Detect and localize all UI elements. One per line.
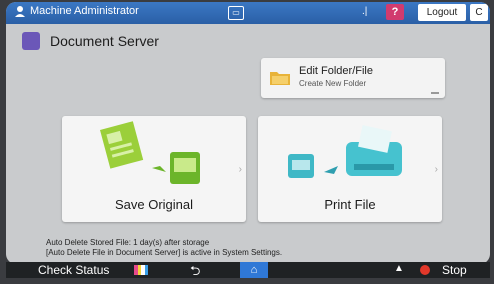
user-area: Machine Administrator: [14, 5, 139, 17]
app-header: Document Server: [22, 32, 159, 50]
auto-delete-notice: Auto Delete Stored File: 1 day(s) after …: [46, 238, 282, 258]
document-server-icon: [22, 32, 40, 50]
chevron-right-icon: ›: [238, 164, 242, 175]
print-file-icon: [288, 125, 402, 178]
user-icon: [15, 6, 25, 17]
save-original-label: Save Original: [114, 197, 194, 212]
logout-button[interactable]: Logout: [418, 4, 466, 21]
edit-folder-subtitle: Create New Folder: [299, 79, 367, 88]
bottom-bar: Check Status ⮌ ⌂ ▲ Stop: [6, 262, 490, 278]
stop-button[interactable]: Stop: [442, 263, 467, 277]
save-original-icon: [100, 121, 200, 184]
user-name: Machine Administrator: [30, 5, 139, 17]
back-icon[interactable]: ⮌: [190, 262, 200, 284]
edit-folder-file-button[interactable]: Edit Folder/File Create New Folder: [261, 58, 445, 98]
notice-line-2: [Auto Delete File in Document Server] is…: [46, 248, 283, 257]
signal-icon: .⁠|: [362, 6, 368, 17]
save-original-button[interactable]: › Save Original: [62, 116, 246, 222]
chevron-right-icon: ›: [434, 164, 438, 175]
lock-icon: ▲: [394, 263, 404, 274]
top-bar: Machine Administrator ▭ .⁠| ? Logout C: [6, 2, 490, 24]
stop-indicator-icon: [420, 265, 430, 275]
toner-status-icon: [134, 265, 148, 275]
home-button[interactable]: ⌂: [240, 262, 268, 278]
page-title: Document Server: [50, 33, 159, 49]
folder-icon: [270, 72, 290, 85]
screen-icon[interactable]: ▭: [228, 6, 244, 20]
print-file-label: Print File: [324, 197, 376, 212]
check-status-button[interactable]: Check Status: [38, 263, 109, 277]
print-file-button[interactable]: › Print File: [258, 116, 442, 222]
notice-line-1: Auto Delete Stored File: 1 day(s) after …: [46, 238, 210, 247]
help-button[interactable]: ?: [386, 4, 404, 20]
screen: Machine Administrator ▭ .⁠| ? Logout C D…: [6, 2, 490, 264]
more-indicator: [431, 92, 439, 94]
edit-folder-title: Edit Folder/File: [299, 65, 373, 77]
energy-saver-button[interactable]: C: [470, 4, 488, 21]
